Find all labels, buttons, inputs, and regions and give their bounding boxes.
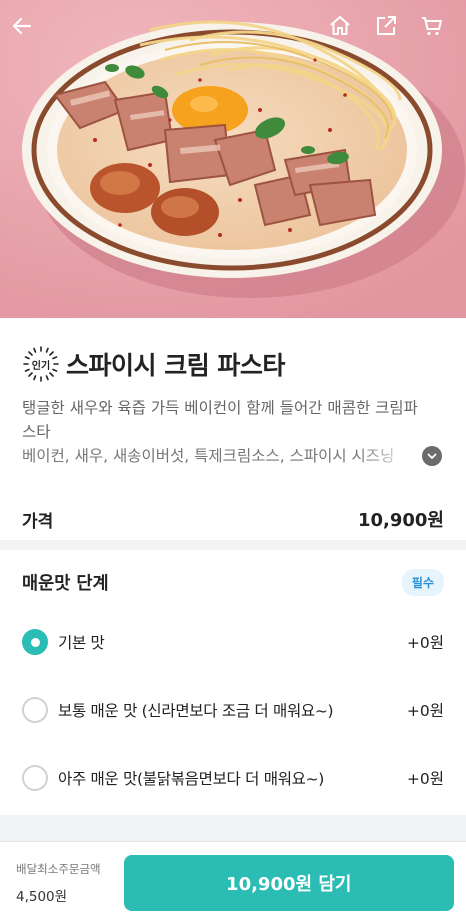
ingredients-row: 베이컨, 새우, 새송이버섯, 특제크림소스, 스파이시 시즈닝	[22, 444, 444, 468]
minimum-order-value: 4,500원	[16, 888, 68, 905]
popular-badge: 인기	[22, 345, 60, 383]
product-info-section: 인기 스파이시 크림 파스타 탱글한 새우와 육즙 가득 베이컨이 함께 들어간…	[0, 318, 466, 540]
product-title: 스파이시 크림 파스타	[66, 351, 285, 380]
spice-level-options: 매운맛 단계 필수 기본 맛 +0원 보통 매운 맛 (신라면보다 조금 더 매…	[0, 550, 466, 815]
option-item-very-spicy[interactable]: 아주 매운 맛(불닭볶음면보다 더 매워요~) +0원	[22, 744, 444, 812]
radio-button[interactable]	[22, 765, 48, 791]
product-image	[0, 0, 466, 318]
top-navigation-bar	[0, 0, 466, 64]
expand-ingredients-button[interactable]	[422, 446, 442, 466]
radio-button-selected[interactable]	[22, 629, 48, 655]
arrow-left-icon	[12, 17, 32, 35]
ingredients-text: 베이컨, 새우, 새송이버섯, 특제크림소스, 스파이시 시즈닝	[22, 447, 395, 465]
badge-label: 인기	[31, 360, 51, 372]
home-icon	[330, 16, 350, 35]
home-button[interactable]	[328, 14, 364, 50]
chevron-down-icon	[427, 453, 437, 459]
option-price: +0원	[406, 702, 444, 720]
add-to-cart-button[interactable]: 10,900원 담기	[123, 854, 454, 911]
price-row: 가격 10,900원	[22, 506, 444, 532]
product-description: 탱글한 새우와 육즙 가득 베이컨이 함께 들어간 매콤한 크림파스타	[22, 399, 418, 441]
share-icon	[377, 16, 396, 35]
option-item-medium[interactable]: 보통 매운 맛 (신라면보다 조금 더 매워요~) +0원	[22, 676, 444, 744]
title-row: 인기 스파이시 크림 파스타	[22, 344, 444, 384]
required-badge: 필수	[401, 568, 444, 596]
back-button[interactable]	[10, 14, 46, 50]
radio-button[interactable]	[22, 697, 48, 723]
minimum-order-label: 배달최소주문금액	[16, 861, 101, 876]
price-value: 10,900원	[357, 510, 444, 531]
minimum-order-info: 배달최소주문금액 4,500원	[16, 861, 124, 905]
options-header: 매운맛 단계 필수	[22, 550, 444, 608]
price-label: 가격	[22, 511, 54, 532]
option-price: +0원	[406, 634, 444, 652]
option-price: +0원	[406, 770, 444, 788]
cart-button[interactable]	[420, 14, 456, 50]
bottom-order-bar: 배달최소주문금액 4,500원 10,900원 담기	[0, 841, 466, 923]
options-title: 매운맛 단계	[22, 573, 109, 594]
product-detail-page: 인기 스파이시 크림 파스타 탱글한 새우와 육즙 가득 베이컨이 함께 들어간…	[0, 0, 466, 923]
option-label: 보통 매운 맛 (신라면보다 조금 더 매워요~)	[58, 702, 334, 720]
cart-icon	[422, 17, 442, 36]
share-button[interactable]	[374, 14, 410, 50]
option-label: 아주 매운 맛(불닭볶음면보다 더 매워요~)	[58, 770, 325, 788]
option-label: 기본 맛	[58, 634, 105, 652]
option-item-basic[interactable]: 기본 맛 +0원	[22, 608, 444, 676]
